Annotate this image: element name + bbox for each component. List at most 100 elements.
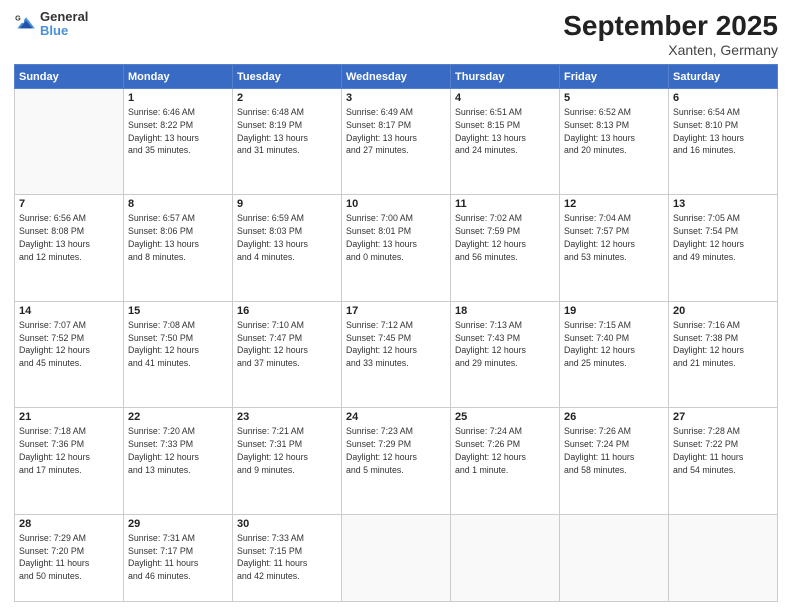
table-row: 21 Sunrise: 7:18 AMSunset: 7:36 PMDayligh… bbox=[15, 408, 124, 514]
day-number: 26 bbox=[564, 411, 664, 423]
day-info: Sunrise: 7:21 AMSunset: 7:31 PMDaylight:… bbox=[237, 425, 337, 476]
calendar-table: Sunday Monday Tuesday Wednesday Thursday… bbox=[14, 64, 778, 602]
day-info: Sunrise: 6:49 AMSunset: 8:17 PMDaylight:… bbox=[346, 106, 446, 157]
day-info: Sunrise: 6:48 AMSunset: 8:19 PMDaylight:… bbox=[237, 106, 337, 157]
day-info: Sunrise: 7:16 AMSunset: 7:38 PMDaylight:… bbox=[673, 319, 773, 370]
day-number: 22 bbox=[128, 411, 228, 423]
day-info: Sunrise: 6:54 AMSunset: 8:10 PMDaylight:… bbox=[673, 106, 773, 157]
table-row: 14 Sunrise: 7:07 AMSunset: 7:52 PMDayligh… bbox=[15, 301, 124, 407]
logo-blue: Blue bbox=[40, 24, 88, 38]
table-row bbox=[342, 514, 451, 601]
day-number: 10 bbox=[346, 198, 446, 210]
day-info: Sunrise: 7:13 AMSunset: 7:43 PMDaylight:… bbox=[455, 319, 555, 370]
table-row: 17 Sunrise: 7:12 AMSunset: 7:45 PMDayligh… bbox=[342, 301, 451, 407]
table-row: 29 Sunrise: 7:31 AMSunset: 7:17 PMDayligh… bbox=[124, 514, 233, 601]
table-row: 16 Sunrise: 7:10 AMSunset: 7:47 PMDayligh… bbox=[233, 301, 342, 407]
table-row: 24 Sunrise: 7:23 AMSunset: 7:29 PMDayligh… bbox=[342, 408, 451, 514]
day-number: 28 bbox=[19, 518, 119, 530]
day-number: 6 bbox=[673, 92, 773, 104]
day-number: 23 bbox=[237, 411, 337, 423]
day-info: Sunrise: 6:57 AMSunset: 8:06 PMDaylight:… bbox=[128, 212, 228, 263]
day-info: Sunrise: 7:24 AMSunset: 7:26 PMDaylight:… bbox=[455, 425, 555, 476]
svg-text:G: G bbox=[15, 15, 21, 23]
col-monday: Monday bbox=[124, 65, 233, 89]
day-info: Sunrise: 7:26 AMSunset: 7:24 PMDaylight:… bbox=[564, 425, 664, 476]
table-row: 30 Sunrise: 7:33 AMSunset: 7:15 PMDayligh… bbox=[233, 514, 342, 601]
day-number: 27 bbox=[673, 411, 773, 423]
table-row: 11Sunrise: 7:02 AMSunset: 7:59 PMDayligh… bbox=[451, 195, 560, 301]
day-number: 7 bbox=[19, 198, 119, 210]
table-row: 15 Sunrise: 7:08 AMSunset: 7:50 PMDayligh… bbox=[124, 301, 233, 407]
day-number: 16 bbox=[237, 305, 337, 317]
page: G General Blue September 2025 Xanten, Ge… bbox=[0, 0, 792, 612]
day-info: Sunrise: 7:05 AMSunset: 7:54 PMDaylight:… bbox=[673, 212, 773, 263]
day-info: Sunrise: 7:31 AMSunset: 7:17 PMDaylight:… bbox=[128, 532, 228, 583]
day-number: 21 bbox=[19, 411, 119, 423]
col-wednesday: Wednesday bbox=[342, 65, 451, 89]
day-info: Sunrise: 7:10 AMSunset: 7:47 PMDaylight:… bbox=[237, 319, 337, 370]
day-info: Sunrise: 7:12 AMSunset: 7:45 PMDaylight:… bbox=[346, 319, 446, 370]
table-row: 2Sunrise: 6:48 AMSunset: 8:19 PMDaylight… bbox=[233, 89, 342, 195]
day-number: 14 bbox=[19, 305, 119, 317]
day-number: 13 bbox=[673, 198, 773, 210]
day-number: 4 bbox=[455, 92, 555, 104]
calendar-title: September 2025 bbox=[563, 10, 778, 42]
calendar-header-row: Sunday Monday Tuesday Wednesday Thursday… bbox=[15, 65, 778, 89]
day-number: 30 bbox=[237, 518, 337, 530]
col-saturday: Saturday bbox=[669, 65, 778, 89]
day-info: Sunrise: 7:18 AMSunset: 7:36 PMDaylight:… bbox=[19, 425, 119, 476]
day-info: Sunrise: 6:46 AMSunset: 8:22 PMDaylight:… bbox=[128, 106, 228, 157]
day-number: 20 bbox=[673, 305, 773, 317]
col-sunday: Sunday bbox=[15, 65, 124, 89]
table-row: 19Sunrise: 7:15 AMSunset: 7:40 PMDayligh… bbox=[560, 301, 669, 407]
table-row: 5 Sunrise: 6:52 AMSunset: 8:13 PMDaylight… bbox=[560, 89, 669, 195]
day-number: 17 bbox=[346, 305, 446, 317]
table-row bbox=[669, 514, 778, 601]
day-number: 24 bbox=[346, 411, 446, 423]
table-row: 22 Sunrise: 7:20 AMSunset: 7:33 PMDayligh… bbox=[124, 408, 233, 514]
calendar-location: Xanten, Germany bbox=[563, 42, 778, 58]
day-number: 18 bbox=[455, 305, 555, 317]
day-info: Sunrise: 7:28 AMSunset: 7:22 PMDaylight:… bbox=[673, 425, 773, 476]
day-number: 3 bbox=[346, 92, 446, 104]
title-block: September 2025 Xanten, Germany bbox=[563, 10, 778, 58]
table-row: 10 Sunrise: 7:00 AMSunset: 8:01 PMDayligh… bbox=[342, 195, 451, 301]
day-number: 12 bbox=[564, 198, 664, 210]
day-info: Sunrise: 7:20 AMSunset: 7:33 PMDaylight:… bbox=[128, 425, 228, 476]
day-info: Sunrise: 6:59 AMSunset: 8:03 PMDaylight:… bbox=[237, 212, 337, 263]
day-info: Sunrise: 6:56 AMSunset: 8:08 PMDaylight:… bbox=[19, 212, 119, 263]
day-info: Sunrise: 7:33 AMSunset: 7:15 PMDaylight:… bbox=[237, 532, 337, 583]
table-row: 26 Sunrise: 7:26 AMSunset: 7:24 PMDayligh… bbox=[560, 408, 669, 514]
day-info: Sunrise: 6:51 AMSunset: 8:15 PMDaylight:… bbox=[455, 106, 555, 157]
table-row: 8 Sunrise: 6:57 AMSunset: 8:06 PMDaylight… bbox=[124, 195, 233, 301]
day-number: 25 bbox=[455, 411, 555, 423]
table-row: 20 Sunrise: 7:16 AMSunset: 7:38 PMDayligh… bbox=[669, 301, 778, 407]
day-info: Sunrise: 7:23 AMSunset: 7:29 PMDaylight:… bbox=[346, 425, 446, 476]
table-row: 13 Sunrise: 7:05 AMSunset: 7:54 PMDayligh… bbox=[669, 195, 778, 301]
day-number: 29 bbox=[128, 518, 228, 530]
col-friday: Friday bbox=[560, 65, 669, 89]
day-info: Sunrise: 7:00 AMSunset: 8:01 PMDaylight:… bbox=[346, 212, 446, 263]
day-info: Sunrise: 7:07 AMSunset: 7:52 PMDaylight:… bbox=[19, 319, 119, 370]
day-number: 8 bbox=[128, 198, 228, 210]
day-info: Sunrise: 7:15 AMSunset: 7:40 PMDaylight:… bbox=[564, 319, 664, 370]
day-info: Sunrise: 7:29 AMSunset: 7:20 PMDaylight:… bbox=[19, 532, 119, 583]
day-info: Sunrise: 7:08 AMSunset: 7:50 PMDaylight:… bbox=[128, 319, 228, 370]
day-number: 5 bbox=[564, 92, 664, 104]
table-row: 7 Sunrise: 6:56 AMSunset: 8:08 PMDaylight… bbox=[15, 195, 124, 301]
table-row: 3 Sunrise: 6:49 AMSunset: 8:17 PMDaylight… bbox=[342, 89, 451, 195]
day-number: 1 bbox=[128, 92, 228, 104]
day-number: 15 bbox=[128, 305, 228, 317]
day-info: Sunrise: 7:02 AMSunset: 7:59 PMDaylight:… bbox=[455, 212, 555, 263]
table-row: 6 Sunrise: 6:54 AMSunset: 8:10 PMDaylight… bbox=[669, 89, 778, 195]
col-tuesday: Tuesday bbox=[233, 65, 342, 89]
table-row bbox=[560, 514, 669, 601]
day-info: Sunrise: 6:52 AMSunset: 8:13 PMDaylight:… bbox=[564, 106, 664, 157]
table-row: 1 Sunrise: 6:46 AMSunset: 8:22 PMDaylight… bbox=[124, 89, 233, 195]
table-row: 25 Sunrise: 7:24 AMSunset: 7:26 PMDayligh… bbox=[451, 408, 560, 514]
logo-icon: G bbox=[14, 13, 36, 35]
table-row: 9Sunrise: 6:59 AMSunset: 8:03 PMDaylight… bbox=[233, 195, 342, 301]
table-row: 4 Sunrise: 6:51 AMSunset: 8:15 PMDaylight… bbox=[451, 89, 560, 195]
table-row: 27 Sunrise: 7:28 AMSunset: 7:22 PMDayligh… bbox=[669, 408, 778, 514]
table-row: 12Sunrise: 7:04 AMSunset: 7:57 PMDayligh… bbox=[560, 195, 669, 301]
